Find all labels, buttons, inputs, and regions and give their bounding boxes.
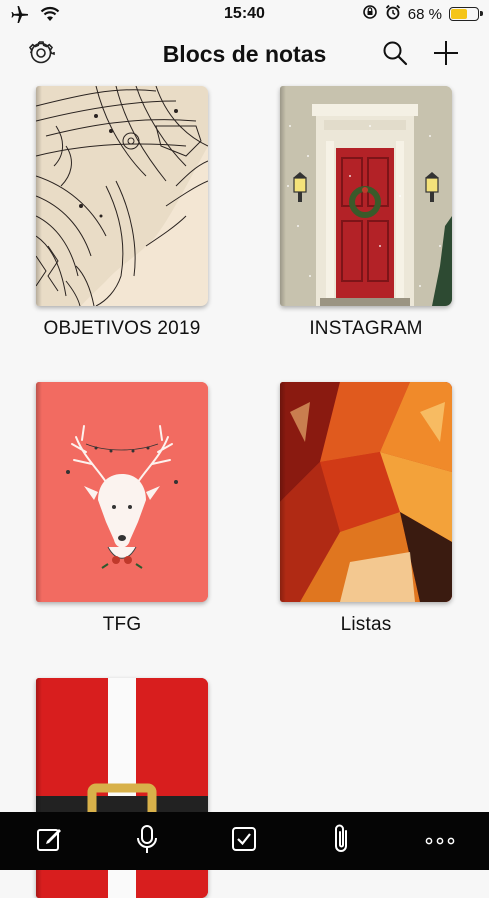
notebook-tfg[interactable]: TFG: [36, 382, 208, 635]
plus-icon: [432, 39, 460, 72]
status-bar: 15:40 68 %: [0, 0, 489, 30]
alarm-icon: [385, 4, 401, 24]
microphone-icon: [133, 824, 161, 859]
search-button[interactable]: [378, 38, 412, 72]
notebook-label: INSTAGRAM: [309, 318, 423, 339]
notebook-objetivos[interactable]: OBJETIVOS 2019: [36, 86, 208, 339]
new-note-button[interactable]: [29, 821, 69, 861]
battery-icon: [449, 7, 483, 21]
notebook-label: Listas: [340, 614, 392, 635]
checkbox-icon: [230, 825, 258, 858]
attachment-button[interactable]: [322, 821, 362, 861]
notebook-cover[interactable]: [36, 382, 208, 602]
page-title: Blocs de notas: [162, 41, 327, 67]
notebook-cover[interactable]: [280, 86, 452, 306]
add-notebook-button[interactable]: [429, 38, 463, 72]
battery-percentage: 68 %: [407, 5, 442, 23]
battery-level: [451, 9, 467, 19]
notebook-label: OBJETIVOS 2019: [43, 318, 201, 339]
notebook-label: TFG: [102, 614, 142, 635]
notebook-instagram[interactable]: INSTAGRAM: [280, 86, 452, 339]
more-icon: [425, 832, 455, 850]
compose-icon: [35, 825, 63, 858]
notebook-cover[interactable]: [280, 382, 452, 602]
voice-note-button[interactable]: [127, 821, 167, 861]
paperclip-icon: [330, 823, 354, 860]
checklist-button[interactable]: [224, 821, 264, 861]
notebook-cover[interactable]: [36, 86, 208, 306]
orientation-lock-icon: [362, 4, 378, 24]
more-button[interactable]: [420, 821, 460, 861]
bottom-toolbar: [0, 812, 489, 870]
search-icon: [381, 39, 409, 72]
nav-bar: Blocs de notas: [0, 30, 489, 80]
notebook-listas[interactable]: Listas: [280, 382, 452, 635]
